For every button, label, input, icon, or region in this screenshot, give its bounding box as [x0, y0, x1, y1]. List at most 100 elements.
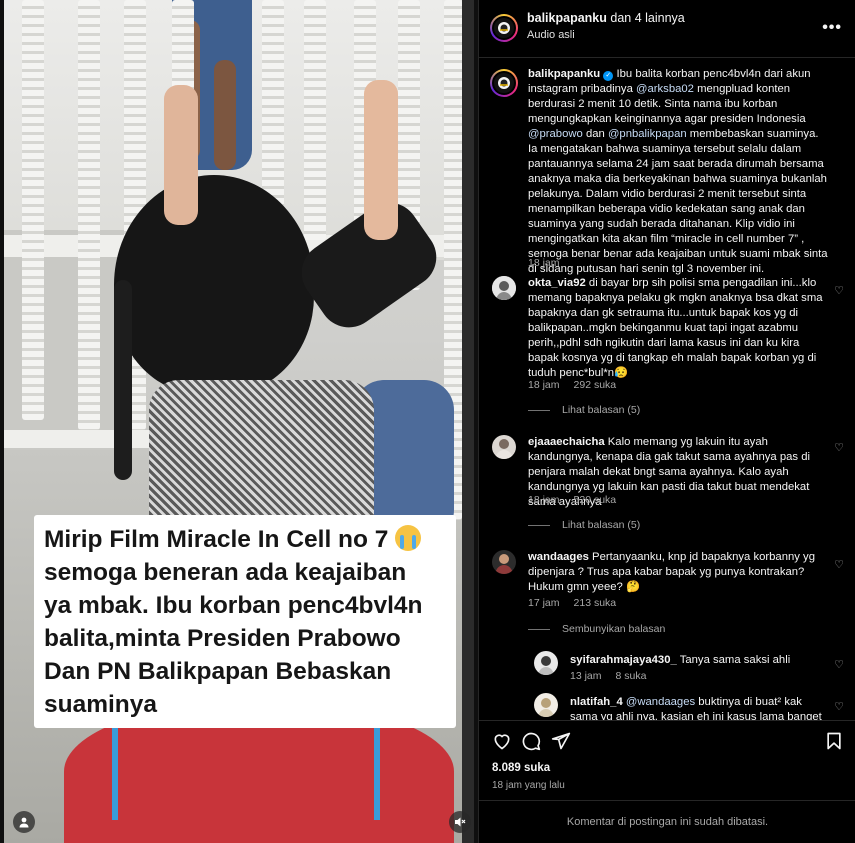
comment-meta: 18 jam 520 suka	[528, 494, 630, 506]
caption-meta: 18 jam	[528, 257, 574, 269]
comment-time[interactable]: 18 jam	[528, 494, 560, 506]
reply-like-heart-icon[interactable]: ♡	[834, 700, 844, 713]
comment-likes[interactable]: 292 suka	[574, 379, 617, 391]
reply-likes[interactable]: 8 suka	[616, 670, 647, 682]
reply-time[interactable]: 13 jam	[570, 670, 602, 682]
view-replies-button[interactable]: Lihat balasan (5)	[528, 519, 640, 531]
caption-text: balikpapanku ✓ Ibu balita korban penc4bv…	[528, 67, 830, 277]
comment-meta: 18 jam 292 suka	[528, 379, 630, 391]
avatar-image	[492, 550, 516, 574]
child-hair	[114, 175, 314, 395]
comment-meta: 17 jam 213 suka	[528, 597, 630, 609]
header-collaborators[interactable]: dan 4 lainnya	[607, 11, 684, 25]
cell-bar	[78, 0, 100, 430]
header-avatar[interactable]	[490, 14, 518, 42]
heart-icon[interactable]	[492, 731, 512, 751]
reply-like-heart-icon[interactable]: ♡	[834, 658, 844, 671]
caption-time[interactable]: 18 jam	[528, 257, 560, 269]
balikpapanku-logo-icon	[498, 22, 510, 34]
thinking-emoji: 🤔	[625, 581, 641, 593]
child-braid	[114, 280, 132, 480]
person-arm	[214, 60, 236, 170]
comment-text: okta_via92 di bayar brp sih polisi sma p…	[528, 276, 830, 381]
cell-bar	[304, 0, 326, 240]
video-frame[interactable]: Mirip Film Miracle In Cell no 7 semoga b…	[4, 0, 474, 843]
hide-replies-button[interactable]: Sembunyikan balasan	[528, 623, 665, 635]
sad-emoji: 😥	[614, 367, 629, 379]
comment-likes[interactable]: 213 suka	[574, 597, 617, 609]
mention-link[interactable]: @arksba02	[636, 83, 694, 95]
overlay-line: balita,minta Presiden Prabowo	[44, 625, 401, 652]
post-actions: 8.089 suka 18 jam yang lalu	[479, 720, 855, 800]
header-username[interactable]: balikpapanku	[527, 11, 607, 25]
comments-restricted-notice: Komentar di postingan ini sudah dibatasi…	[479, 800, 855, 843]
caption-segment: dan	[582, 128, 608, 140]
caption-avatar[interactable]	[490, 69, 518, 97]
like-count[interactable]: 8.089 suka	[492, 762, 550, 774]
reply-text: syifarahmajaya430_ Tanya sama saksi ahli	[570, 653, 830, 668]
comment-like-heart-icon[interactable]: ♡	[834, 284, 844, 297]
header-username-line[interactable]: balikpapanku dan 4 lainnya	[527, 11, 685, 25]
comment-username[interactable]: ejaaaechaicha	[528, 436, 605, 448]
overlay-line: Mirip Film Miracle In Cell no 7	[44, 526, 389, 553]
share-icon[interactable]	[551, 731, 571, 751]
reply-username[interactable]: syifarahmajaya430_	[570, 654, 677, 666]
post-media[interactable]: Mirip Film Miracle In Cell no 7 semoga b…	[0, 0, 478, 843]
avatar-image	[534, 693, 558, 717]
cushion-stripe	[374, 720, 380, 820]
avatar	[492, 71, 516, 95]
overlay-caption: Mirip Film Miracle In Cell no 7 semoga b…	[44, 523, 446, 721]
more-horizontal-icon[interactable]: •••	[822, 19, 842, 37]
child-hand	[164, 85, 198, 225]
child-hand	[364, 80, 398, 240]
caption-username[interactable]: balikpapanku	[528, 68, 600, 80]
verified-badge-icon: ✓	[603, 71, 614, 81]
post-header: balikpapanku dan 4 lainnya Audio asli ••…	[479, 0, 855, 58]
avatar[interactable]	[492, 550, 516, 574]
comment-username[interactable]: okta_via92	[528, 277, 586, 289]
user-icon[interactable]	[13, 811, 35, 833]
comment-body: di bayar brp sih polisi sma pengadilan i…	[528, 277, 823, 379]
reply-text: nlatifah_4 @wandaages buktinya di buat² …	[570, 695, 830, 720]
view-replies-button[interactable]: Lihat balasan (5)	[528, 404, 640, 416]
comment-time[interactable]: 17 jam	[528, 597, 560, 609]
wall-edge	[462, 0, 474, 843]
audio-label[interactable]: Audio asli	[527, 29, 575, 41]
caption-segment: membebaskan suaminya. Ia mengatakan bahw…	[528, 128, 828, 275]
speaker-muted-icon[interactable]	[449, 811, 471, 833]
avatar	[492, 16, 516, 40]
avatar-image	[492, 435, 516, 459]
avatar[interactable]	[492, 435, 516, 459]
comment-username[interactable]: wandaages	[528, 551, 589, 563]
overlay-line: Dan PN Balikpapan Bebaskan	[44, 658, 392, 685]
overlay-caption-card: Mirip Film Miracle In Cell no 7 semoga b…	[34, 515, 456, 728]
comment-likes[interactable]: 520 suka	[574, 494, 617, 506]
avatar-image	[492, 276, 516, 300]
cell-bar	[22, 0, 44, 420]
comment-like-heart-icon[interactable]: ♡	[834, 441, 844, 454]
cushion-stripe	[112, 720, 118, 820]
reply-username[interactable]: nlatifah_4	[570, 696, 623, 708]
overlay-line: suaminya	[44, 691, 158, 718]
comment-like-heart-icon[interactable]: ♡	[834, 558, 844, 571]
mention-link[interactable]: @wandaages	[626, 696, 695, 708]
overlay-line: ya mbak. Ibu korban penc4bvl4n	[44, 592, 423, 619]
reply-body: Tanya sama saksi ahli	[676, 654, 791, 666]
comment-icon[interactable]	[521, 731, 541, 751]
overlay-line: semoga beneran ada keajaiban	[44, 559, 407, 586]
reply-meta: 13 jam 8 suka	[570, 670, 660, 682]
mention-link[interactable]: @pnbalikpapan	[608, 128, 687, 140]
post-timestamp[interactable]: 18 jam yang lalu	[492, 780, 565, 791]
balikpapanku-logo-icon	[498, 77, 510, 89]
comments-list[interactable]: balikpapanku ✓ Ibu balita korban penc4bv…	[479, 58, 855, 720]
avatar[interactable]	[534, 693, 558, 717]
crying-emoji-icon	[395, 525, 422, 551]
bookmark-icon[interactable]	[824, 731, 844, 751]
comment-time[interactable]: 18 jam	[528, 379, 560, 391]
avatar[interactable]	[492, 276, 516, 300]
comment-text: wandaages Pertanyaanku, knp jd bapaknya …	[528, 550, 830, 595]
avatar[interactable]	[534, 651, 558, 675]
avatar-image	[534, 651, 558, 675]
mention-link[interactable]: @prabowo	[528, 128, 583, 140]
post-side-panel: balikpapanku dan 4 lainnya Audio asli ••…	[478, 0, 855, 843]
